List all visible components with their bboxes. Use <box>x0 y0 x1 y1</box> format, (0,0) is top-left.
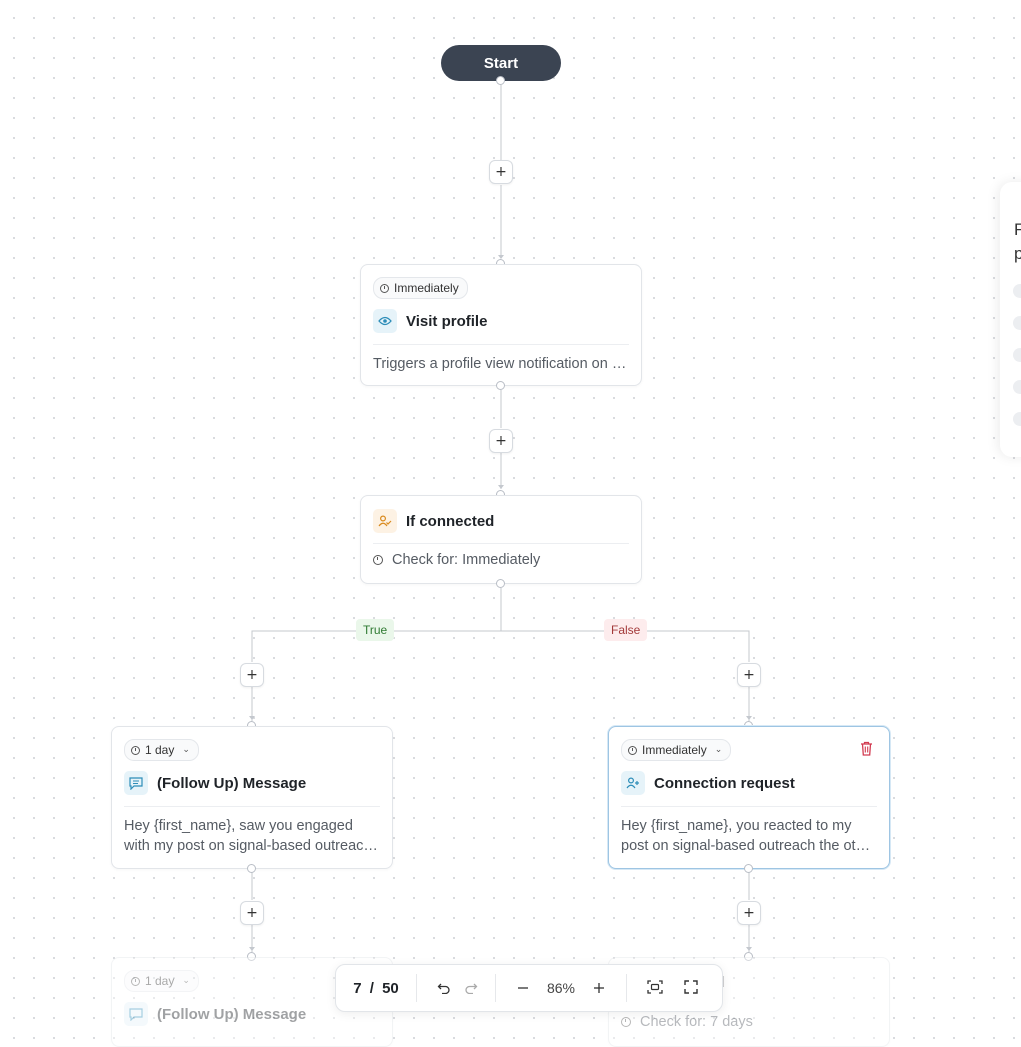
side-panel[interactable]: F p <box>1000 182 1021 457</box>
add-step-button[interactable]: + <box>240 901 264 925</box>
side-panel-option[interactable] <box>1013 380 1021 394</box>
arrow-head <box>746 716 752 720</box>
fit-view-icon <box>647 979 663 998</box>
arrow-head <box>498 485 504 489</box>
page-separator: / <box>369 979 374 997</box>
node-header: Connection request <box>621 771 795 795</box>
node-title: (Follow Up) Message <box>157 1005 307 1023</box>
user-check-icon <box>373 509 397 533</box>
node-header: (Follow Up) Message <box>124 771 306 795</box>
side-panel-option[interactable] <box>1013 348 1021 362</box>
node-header: (Follow Up) Message <box>124 1002 306 1026</box>
page-total: 50 <box>382 979 399 997</box>
canvas-toolbar: 7 / 50 86% <box>335 964 723 1012</box>
page-current: 7 <box>353 979 362 997</box>
arrow-head <box>249 947 255 951</box>
side-panel-text: p <box>1014 244 1021 263</box>
node-header: If connected <box>373 509 494 533</box>
visit-profile-output-handle[interactable] <box>496 381 505 390</box>
add-step-button[interactable]: + <box>489 160 513 184</box>
delay-label: Immediately <box>642 743 707 757</box>
branch-true-badge: True <box>356 619 395 641</box>
check-row: Check for: 7 days <box>621 1014 753 1030</box>
node-title: (Follow Up) Message <box>157 774 307 792</box>
if-connected-output-handle[interactable] <box>496 579 505 588</box>
divider <box>373 344 629 345</box>
minus-icon <box>517 979 529 998</box>
node-description: Triggers a profile view notification on … <box>373 356 629 372</box>
branch-false-badge: False <box>604 619 648 641</box>
plus-icon <box>593 979 605 998</box>
redo-icon <box>464 979 478 998</box>
add-step-button[interactable]: + <box>737 663 761 687</box>
fit-view-button[interactable] <box>637 979 673 998</box>
check-row: Check for: Immediately <box>373 552 540 568</box>
follow-up-output-handle[interactable] <box>247 864 256 873</box>
trash-icon[interactable] <box>860 741 873 760</box>
delay-label: Immediately <box>394 281 459 295</box>
clock-icon <box>131 976 140 986</box>
side-panel-text: F <box>1014 220 1021 239</box>
delay-dropdown[interactable]: 1 day ⌄ <box>124 970 199 992</box>
side-panel-option[interactable] <box>1013 412 1021 426</box>
clock-icon <box>628 745 637 755</box>
arrow-head <box>249 716 255 720</box>
divider <box>124 806 380 807</box>
message-icon <box>124 1002 148 1026</box>
add-step-button[interactable]: + <box>489 429 513 453</box>
chevron-down-icon: ⌄ <box>182 976 190 986</box>
undo-button[interactable] <box>429 979 459 998</box>
side-panel-option[interactable] <box>1013 284 1021 298</box>
divider <box>621 806 877 807</box>
user-plus-icon <box>621 771 645 795</box>
chevron-down-icon: ⌄ <box>714 745 723 755</box>
if-connected-node[interactable]: If connected Check for: Immediately <box>360 495 642 584</box>
side-panel-option[interactable] <box>1013 316 1021 330</box>
zoom-in-button[interactable] <box>584 979 614 998</box>
node-title: Visit profile <box>406 312 488 330</box>
connection-request-output-handle[interactable] <box>744 864 753 873</box>
toolbar-divider <box>495 974 496 1002</box>
delay-pill[interactable]: Immediately <box>373 277 468 299</box>
zoom-out-button[interactable] <box>508 979 538 998</box>
delay-dropdown[interactable]: 1 day ⌄ <box>124 739 199 761</box>
visit-profile-node[interactable]: Immediately Visit profile Triggers a pro… <box>360 264 642 386</box>
eye-icon <box>373 309 397 333</box>
check-text: Check for: 7 days <box>640 1014 753 1030</box>
message-icon <box>124 771 148 795</box>
add-step-button[interactable]: + <box>737 901 761 925</box>
node-header: Visit profile <box>373 309 487 333</box>
clock-icon <box>373 555 383 565</box>
undo-icon <box>437 979 451 998</box>
node-description: Hey {first_name}, saw you engaged with m… <box>124 818 376 854</box>
follow-up-message-node[interactable]: 1 day ⌄ (Follow Up) Message Hey {first_n… <box>111 726 393 869</box>
chevron-down-icon: ⌄ <box>182 745 190 755</box>
arrow-head <box>746 947 752 951</box>
delay-label: 1 day <box>145 974 175 988</box>
zoom-level: 86% <box>546 980 576 996</box>
add-step-button[interactable]: + <box>240 663 264 687</box>
fullscreen-button[interactable] <box>673 979 709 998</box>
redo-button[interactable] <box>459 979 483 998</box>
toolbar-divider <box>626 974 627 1002</box>
node-title: Connection request <box>654 774 795 792</box>
start-output-handle[interactable] <box>496 76 505 85</box>
flow-canvas[interactable]: Start + Immediately Visit profile Trigge… <box>0 0 1021 1047</box>
node-description: Hey {first_name}, you reacted to my post… <box>621 818 877 854</box>
clock-icon <box>621 1017 631 1027</box>
check-text: Check for: Immediately <box>392 552 541 568</box>
delay-dropdown[interactable]: Immediately ⌄ <box>621 739 732 761</box>
clock-icon <box>131 745 140 755</box>
fullscreen-icon <box>684 979 698 998</box>
connection-request-node[interactable]: Immediately ⌄ Connection request Hey {fi… <box>608 726 890 869</box>
delay-label: 1 day <box>145 743 175 757</box>
node-title: If connected <box>406 512 495 530</box>
clock-icon <box>380 283 389 293</box>
page-counter: 7 / 50 <box>336 980 416 997</box>
divider <box>373 543 629 544</box>
toolbar-divider <box>416 974 417 1002</box>
start-label: Start <box>483 54 519 72</box>
